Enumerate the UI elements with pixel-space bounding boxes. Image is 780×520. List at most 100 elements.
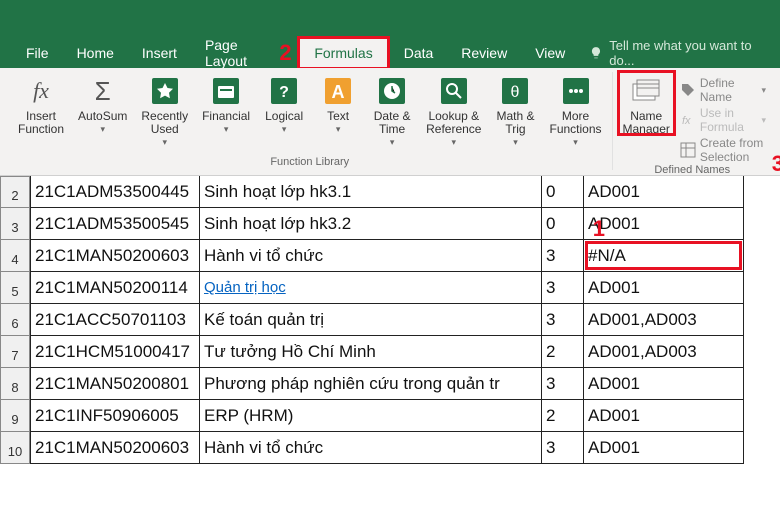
cell[interactable]: AD001 bbox=[584, 368, 744, 400]
theta-icon: θ bbox=[502, 78, 528, 104]
ribbon-tabs: File Home Insert Page Layout 2 Formulas … bbox=[0, 38, 780, 68]
table-row: 21C1HCM51000417Tư tưởng Hồ Chí Minh2AD00… bbox=[30, 336, 780, 368]
insert-function-button[interactable]: fx Insert Function bbox=[14, 72, 68, 138]
cell[interactable]: AD001,AD003 bbox=[584, 304, 744, 336]
cell[interactable]: 21C1ACC50701103 bbox=[30, 304, 200, 336]
tab-home[interactable]: Home bbox=[63, 39, 128, 67]
text-button[interactable]: A Text▾ bbox=[314, 72, 362, 137]
table-row: 21C1ADM53500545Sinh hoạt lớp hk3.20AD001 bbox=[30, 208, 780, 240]
recently-used-button[interactable]: Recently Used▾ bbox=[137, 72, 192, 150]
define-name-button[interactable]: Define Name▾ bbox=[680, 76, 766, 104]
cell[interactable]: 2 bbox=[542, 336, 584, 368]
tag-icon bbox=[680, 82, 696, 98]
cell[interactable]: 21C1HCM51000417 bbox=[30, 336, 200, 368]
cell[interactable]: ERP (HRM) bbox=[200, 400, 542, 432]
clock-icon bbox=[379, 78, 405, 104]
cell[interactable]: 0 bbox=[542, 208, 584, 240]
cell[interactable]: 0 bbox=[542, 176, 584, 208]
name-manager-icon bbox=[631, 78, 661, 104]
more-functions-button[interactable]: More Functions▾ bbox=[545, 72, 605, 150]
cell[interactable]: AD001 bbox=[584, 400, 744, 432]
lookup-icon bbox=[441, 78, 467, 104]
cell[interactable]: 3 bbox=[542, 304, 584, 336]
cell[interactable]: 21C1MAN50200801 bbox=[30, 368, 200, 400]
create-from-selection-button[interactable]: Create from Selection bbox=[680, 136, 766, 164]
row-header[interactable]: 5 bbox=[0, 272, 30, 304]
autosum-button[interactable]: Σ AutoSum▾ bbox=[74, 72, 131, 137]
tab-insert[interactable]: Insert bbox=[128, 39, 191, 67]
use-in-formula-button[interactable]: fx Use in Formula▾ bbox=[680, 106, 766, 134]
math-trig-button[interactable]: θ Math & Trig▾ bbox=[491, 72, 539, 150]
financial-icon bbox=[213, 78, 239, 104]
svg-text:fx: fx bbox=[682, 115, 691, 127]
cell[interactable]: 21C1INF50906005 bbox=[30, 400, 200, 432]
defined-names-list: Define Name▾ fx Use in Formula▾ Create f… bbox=[680, 72, 766, 164]
cell[interactable]: 21C1MAN50200603 bbox=[30, 432, 200, 464]
tab-file[interactable]: File bbox=[12, 39, 63, 67]
row-header[interactable]: 3 bbox=[0, 208, 30, 240]
cell[interactable]: AD001 bbox=[584, 272, 744, 304]
more-icon bbox=[563, 78, 589, 104]
table-row: 21C1ACC50701103Kế toán quản trị3AD001,AD… bbox=[30, 304, 780, 336]
svg-text:A: A bbox=[332, 82, 345, 102]
row-header[interactable]: 7 bbox=[0, 336, 30, 368]
cell[interactable]: AD001 bbox=[584, 208, 744, 240]
cell[interactable]: 3 bbox=[542, 240, 584, 272]
row-header[interactable]: 9 bbox=[0, 400, 30, 432]
table-row: 21C1MAN50200801Phương pháp nghiên cứu tr… bbox=[30, 368, 780, 400]
tell-me-search[interactable]: Tell me what you want to do... bbox=[589, 38, 780, 68]
cell[interactable]: Sinh hoạt lớp hk3.2 bbox=[200, 208, 542, 240]
annotation-2: 2 bbox=[279, 40, 291, 66]
cell-error[interactable]: #N/A bbox=[584, 240, 744, 272]
svg-text:?: ? bbox=[279, 84, 289, 101]
cell[interactable]: Quản trị học bbox=[200, 272, 542, 304]
cell[interactable]: 2 bbox=[542, 400, 584, 432]
annotation-1: 1 bbox=[593, 216, 605, 242]
group-label-function-library: Function Library bbox=[270, 156, 349, 170]
sigma-icon: Σ bbox=[95, 76, 111, 107]
table-row: 21C1INF50906005ERP (HRM)2AD001 bbox=[30, 400, 780, 432]
annotation-3: 3 bbox=[772, 151, 780, 177]
cell[interactable]: Phương pháp nghiên cứu trong quản tr bbox=[200, 368, 542, 400]
row-header[interactable]: 4 bbox=[0, 240, 30, 272]
lookup-button[interactable]: Lookup & Reference▾ bbox=[422, 72, 485, 150]
cell[interactable]: Kế toán quản trị bbox=[200, 304, 542, 336]
tab-data[interactable]: Data bbox=[390, 39, 448, 67]
cell[interactable]: AD001 bbox=[584, 176, 744, 208]
logical-button[interactable]: ? Logical▾ bbox=[260, 72, 308, 137]
cell[interactable]: Hành vi tổ chức bbox=[200, 240, 542, 272]
cell[interactable]: Sinh hoạt lớp hk3.1 bbox=[200, 176, 542, 208]
grid-icon bbox=[680, 142, 696, 158]
logical-icon: ? bbox=[271, 78, 297, 104]
table-row: 21C1ADM53500445Sinh hoạt lớp hk3.10AD001 bbox=[30, 176, 780, 208]
cell[interactable]: 21C1ADM53500545 bbox=[30, 208, 200, 240]
cell[interactable]: AD001 bbox=[584, 432, 744, 464]
title-bar bbox=[0, 0, 780, 38]
row-header[interactable]: 6 bbox=[0, 304, 30, 336]
row-header[interactable]: 10 bbox=[0, 432, 30, 464]
table-row: 21C1MAN50200603Hành vi tổ chức3#N/A bbox=[30, 240, 780, 272]
tab-formulas[interactable]: Formulas bbox=[297, 36, 389, 70]
hyperlink[interactable]: Quản trị học bbox=[204, 279, 286, 296]
cell[interactable]: 3 bbox=[542, 432, 584, 464]
financial-button[interactable]: Financial▾ bbox=[198, 72, 254, 137]
spreadsheet-grid[interactable]: 2345678910 1 21C1ADM53500445Sinh hoạt lớ… bbox=[0, 176, 780, 464]
cell[interactable]: 21C1MAN50200603 bbox=[30, 240, 200, 272]
cell[interactable]: Hành vi tổ chức bbox=[200, 432, 542, 464]
cell[interactable]: 21C1ADM53500445 bbox=[30, 176, 200, 208]
row-header[interactable]: 8 bbox=[0, 368, 30, 400]
cell[interactable]: 3 bbox=[542, 272, 584, 304]
cell[interactable]: 3 bbox=[542, 368, 584, 400]
tab-review[interactable]: Review bbox=[447, 39, 521, 67]
table-row: 21C1MAN50200114Quản trị học 3AD001 bbox=[30, 272, 780, 304]
name-manager-button[interactable]: Name Manager bbox=[619, 72, 674, 138]
tab-view[interactable]: View bbox=[521, 39, 579, 67]
cell[interactable]: Tư tưởng Hồ Chí Minh bbox=[200, 336, 542, 368]
date-time-button[interactable]: Date & Time▾ bbox=[368, 72, 416, 150]
cell[interactable]: 21C1MAN50200114 bbox=[30, 272, 200, 304]
fx-small-icon: fx bbox=[680, 112, 696, 128]
row-header[interactable]: 2 bbox=[0, 176, 30, 208]
lightbulb-icon bbox=[589, 46, 603, 60]
svg-text:θ: θ bbox=[511, 84, 520, 101]
cell[interactable]: AD001,AD003 bbox=[584, 336, 744, 368]
